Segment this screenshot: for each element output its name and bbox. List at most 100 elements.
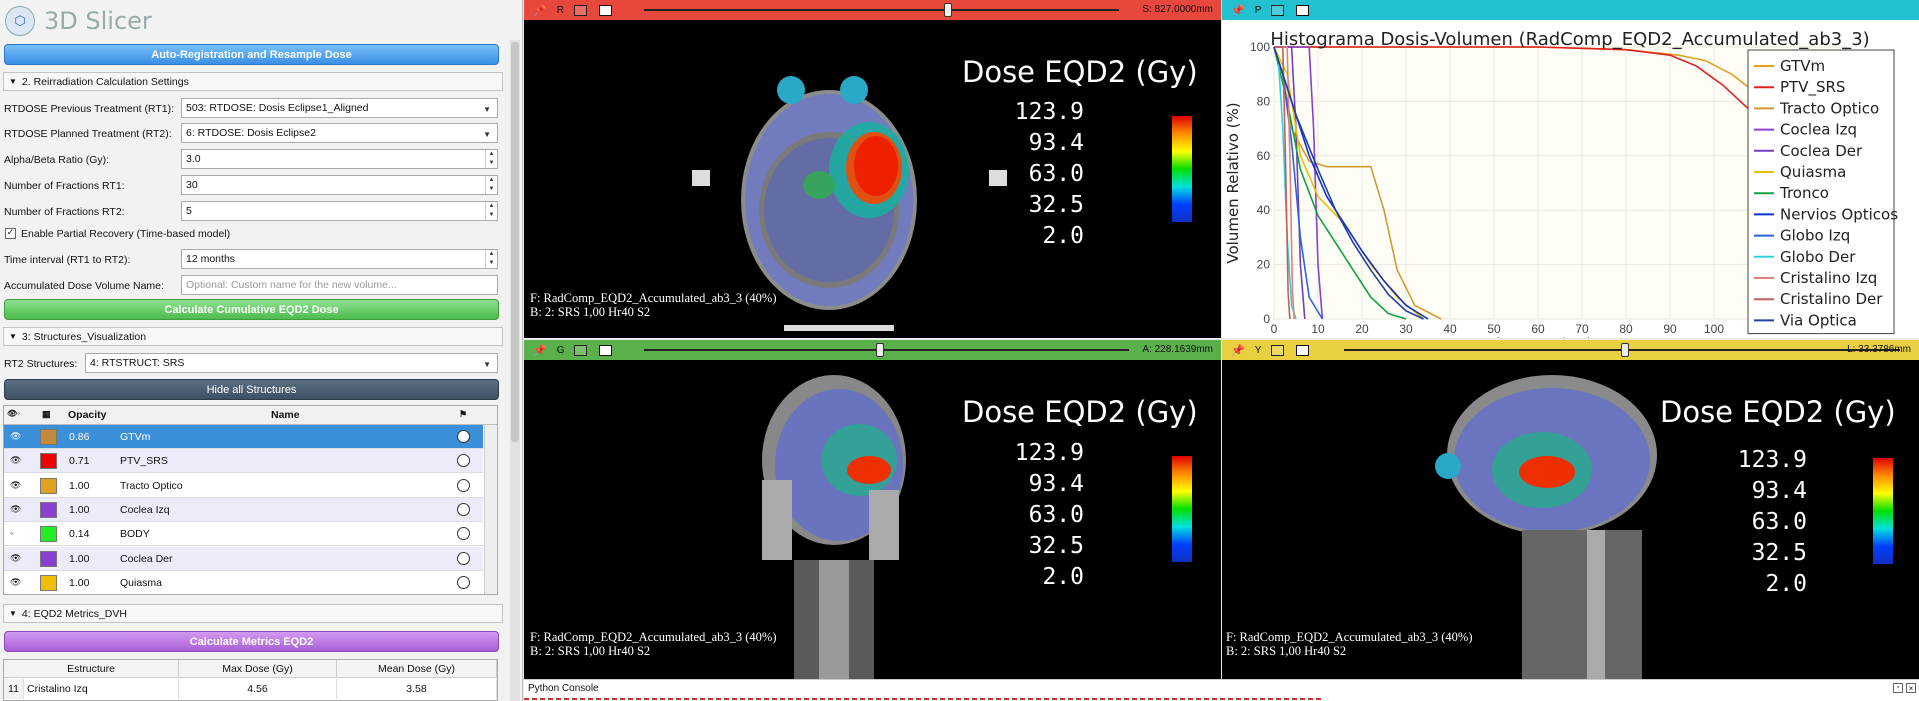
rt2-structures-combo[interactable]: 4: RTSTRUCT: SRS ▼ [85,353,498,373]
spin-arrows-icon[interactable]: ▲ ▼ [485,250,497,268]
table-row[interactable]: 👁 1.00 Coclea Izq [4,497,483,522]
structure-name[interactable]: PTV_SRS [120,455,168,467]
slider-handle[interactable] [944,3,952,17]
hide-structures-button[interactable]: Hide all Structures [4,379,499,400]
eye-icon[interactable]: 👁 [10,455,21,466]
red-view-bar: 📌 R S: 827.0000mm [524,0,1221,20]
calculate-eqd2-button[interactable]: Calculate Cumulative EQD2 Dose [4,299,499,320]
table-row[interactable]: 👁 1.00 Tracto Optico [4,474,483,498]
table-row[interactable]: 👁 1.00 Quiasma [4,571,483,594]
structure-name[interactable]: Tracto Optico [120,480,183,492]
accum-name-input[interactable]: Optional: Custom name for the new volume… [181,275,498,295]
flag-circle-icon[interactable] [457,430,470,443]
metrics-cell-mean[interactable]: 3.58 [337,679,497,699]
link-icon[interactable] [1271,4,1285,16]
maximize-icon[interactable] [1296,4,1310,16]
green-slice-view[interactable]: 📌 G A: 228.1639mm Dose EQD2 (Gy) 123.9 93… [524,340,1221,679]
eye-icon[interactable]: 👁 [10,553,21,564]
structure-name[interactable]: GTVm [120,431,150,443]
table-row[interactable]: 👁 0.71 PTV_SRS [4,449,483,474]
table-row[interactable]: 👁 0.86 GTVm [4,425,483,449]
spin-arrows-icon[interactable]: ▲ ▼ [485,150,497,168]
scrollbar-thumb[interactable] [511,42,519,442]
eye-icon[interactable]: 👁 [10,504,21,515]
yellow-view-bar: 📌 Y L: 33.3786mm [1222,340,1919,360]
pin-icon[interactable]: 📌 [1231,344,1245,357]
flag-circle-icon[interactable] [457,551,470,565]
spin-arrows-icon[interactable]: ▲ ▼ [485,176,497,194]
pin-icon[interactable]: 📌 [533,4,547,17]
flag-circle-icon[interactable] [457,527,470,541]
opacity-value[interactable]: 1.00 [69,577,89,589]
maximize-icon[interactable] [1296,344,1310,356]
flag-circle-icon[interactable] [457,454,470,468]
maximize-icon[interactable] [599,344,613,356]
partial-recovery-checkbox[interactable]: ✓ [5,228,16,239]
eye-icon[interactable]: 👁 [10,480,21,491]
y-tick-label: 80 [1257,94,1271,108]
section-reirradiation-settings[interactable]: ▼ 2. Reirradiation Calculation Settings [3,72,503,91]
link-icon[interactable] [574,344,588,356]
close-icon[interactable]: × [1906,683,1916,693]
color-swatch[interactable] [40,501,57,518]
section-metrics[interactable]: ▼ 4: EQD2 Metrics_DVH [3,604,503,623]
opacity-value[interactable]: 0.14 [69,528,89,540]
x-axis-label: Dosis EQD2 (Gy) [1468,335,1593,338]
yellow-slice-view[interactable]: 📌 Y L: 33.3786mm Dose EQD2 (Gy) 123.9 93.… [1222,340,1919,679]
metrics-cell-max[interactable]: 4.56 [179,679,337,699]
color-swatch[interactable] [40,526,57,543]
maximize-icon[interactable] [598,4,612,16]
table-row[interactable]: ◦ 0.14 BODY [4,522,483,547]
link-icon[interactable] [1271,344,1285,356]
structure-name[interactable]: Quiasma [120,577,162,589]
console-output-line [524,698,1324,700]
python-console[interactable]: Python Console ▫ × [524,679,1919,701]
opacity-value[interactable]: 0.86 [69,431,89,443]
fractions-rt2-spinbox[interactable]: 5 ▲ ▼ [181,201,498,221]
metrics-cell-structure[interactable]: Cristalino Izq [24,679,179,699]
y-axis-label: Volumen Relativo (%) [1224,102,1242,263]
opacity-value[interactable]: 1.00 [69,553,89,565]
rt2-combo[interactable]: 6: RTDOSE: Dosis Eclipse2 ▼ [181,123,498,143]
alpha-beta-spinbox[interactable]: 3.0 ▲ ▼ [181,149,498,169]
color-swatch[interactable] [40,453,57,470]
pin-icon[interactable]: 📌 [1231,4,1245,17]
link-icon[interactable] [573,4,587,16]
section-structures[interactable]: ▼ 3: Structures_Visualization [3,327,503,346]
color-swatch[interactable] [40,477,57,494]
flag-circle-icon[interactable] [457,478,470,492]
color-swatch[interactable] [40,550,57,567]
color-swatch[interactable] [40,429,57,445]
opacity-value[interactable]: 1.00 [69,480,89,492]
red-slice-view[interactable]: 📌 R S: 827.0000mm Dose EQD2 (Gy) 123.9 93… [524,0,1221,338]
color-swatch[interactable] [40,574,57,591]
rt1-combo[interactable]: 503: RTDOSE: Dosis Eclipse1_Aligned ▼ [181,98,498,118]
flag-circle-icon[interactable] [457,575,470,589]
flag-circle-icon[interactable] [457,502,470,516]
slice-slider[interactable] [644,343,1129,357]
slider-handle[interactable] [1621,343,1629,357]
calculate-metrics-button[interactable]: Calculate Metrics EQD2 [4,631,499,652]
slice-slider[interactable] [644,3,1119,17]
structure-name[interactable]: Coclea Izq [120,504,170,516]
panel-scrollbar[interactable] [510,40,520,701]
slice-slider[interactable] [1344,343,1900,357]
float-icon[interactable]: ▫ [1893,683,1903,693]
eye-icon[interactable]: ◦ [10,528,13,538]
table-row[interactable]: 👁 1.00 Coclea Der [4,546,483,571]
spin-arrows-icon[interactable]: ▲ ▼ [485,202,497,220]
slider-handle[interactable] [876,343,884,357]
structure-name[interactable]: BODY [120,528,150,540]
interval-spinbox[interactable]: 12 months ▲ ▼ [181,249,498,269]
structure-name[interactable]: Coclea Der [120,553,173,565]
pin-icon[interactable]: 📌 [533,344,547,357]
plot-view[interactable]: 📌 P 0 10 20 30 40 50 60 70 80 90 100 0 20 40 60 80 100 Hi… [1222,0,1919,338]
y-tick-label: 20 [1257,258,1271,272]
opacity-value[interactable]: 0.71 [69,455,89,467]
eye-icon[interactable]: 👁 [10,431,21,442]
fractions-rt1-spinbox[interactable]: 30 ▲ ▼ [181,175,498,195]
auto-registration-button[interactable]: Auto-Registration and Resample Dose [4,44,499,65]
table-scrollbar[interactable] [484,425,497,594]
opacity-value[interactable]: 1.00 [69,504,89,516]
eye-icon[interactable]: 👁 [10,577,21,588]
